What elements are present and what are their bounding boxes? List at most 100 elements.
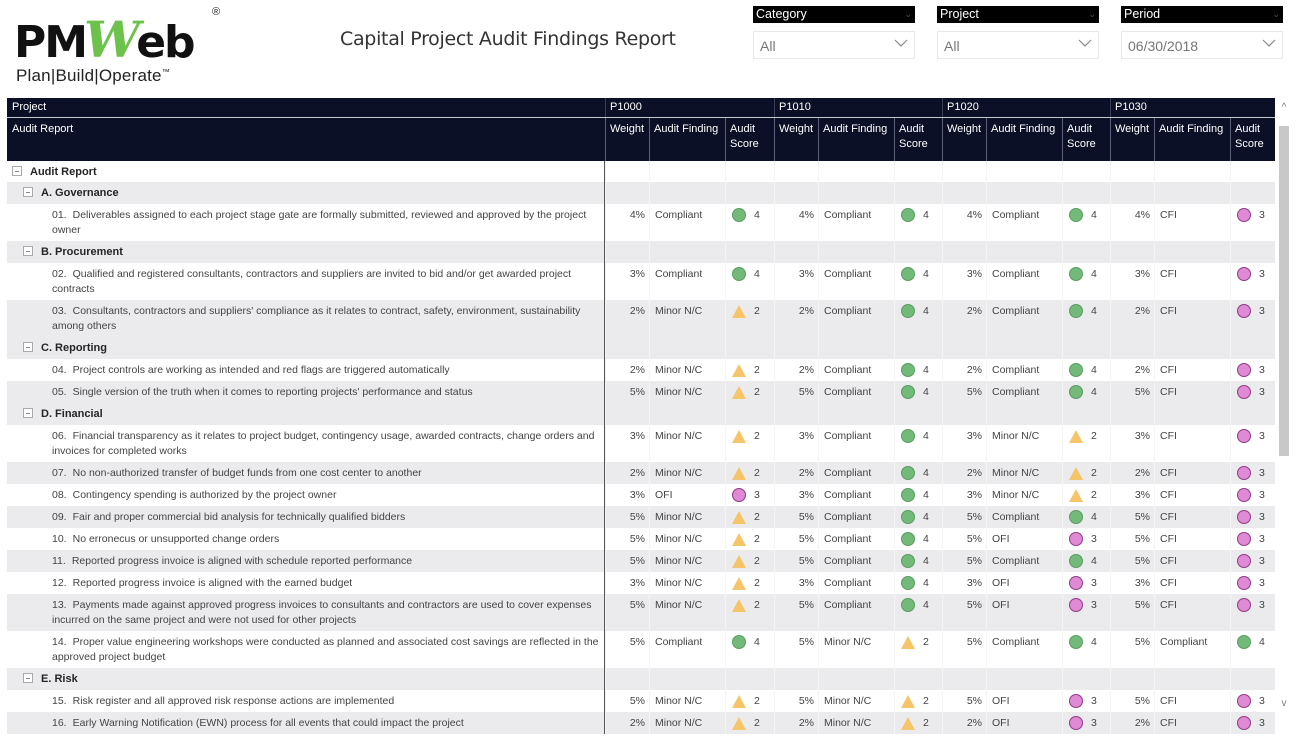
- audit-report-column-header[interactable]: Audit Report: [7, 118, 78, 161]
- score-cell: 2: [754, 717, 760, 729]
- column-guide: [942, 241, 943, 263]
- score-cell: 4: [923, 364, 929, 376]
- warning-triangle-icon: [732, 511, 746, 524]
- item-text: Payments made against approved progress …: [52, 599, 592, 626]
- audit-finding-header[interactable]: Audit Finding: [649, 118, 723, 161]
- column-guide: [894, 263, 895, 300]
- weight-cell: 2%: [629, 717, 645, 729]
- table-row: 16. Early Warning Notification (EWN) proc…: [7, 712, 1275, 734]
- weight-cell: 5%: [629, 386, 645, 398]
- finding-cell: Minor N/C: [824, 717, 872, 729]
- scroll-thumb[interactable]: [1279, 126, 1289, 456]
- finding-cell: CFI: [1160, 209, 1177, 221]
- column-guide: [1154, 550, 1155, 572]
- audit-item-label: 05. Single version of the truth when it c…: [7, 381, 605, 400]
- score-cell: 3: [1259, 305, 1265, 317]
- audit-finding-header[interactable]: Audit Finding: [818, 118, 892, 161]
- column-guide: [1154, 690, 1155, 712]
- audit-score-header[interactable]: Audit Score: [1062, 118, 1101, 161]
- project-header-p1010[interactable]: P1010: [774, 98, 816, 117]
- finding-cell: CFI: [1160, 577, 1177, 589]
- scroll-down-icon[interactable]: v: [1277, 698, 1291, 716]
- green-circle-icon: [901, 554, 915, 568]
- column-guide: [605, 161, 606, 182]
- column-guide: [818, 263, 819, 300]
- score-cell: 4: [923, 533, 929, 545]
- audit-finding-header[interactable]: Audit Finding: [986, 118, 1060, 161]
- collapse-icon[interactable]: [23, 342, 33, 352]
- green-circle-icon: [1069, 208, 1083, 222]
- audit-finding-header[interactable]: Audit Finding: [1154, 118, 1228, 161]
- green-circle-icon: [901, 488, 915, 502]
- score-cell: 2: [754, 555, 760, 567]
- report-title: Capital Project Audit Findings Report: [340, 28, 676, 50]
- project-header-p1030[interactable]: P1030: [1110, 98, 1152, 117]
- weight-cell: 2%: [629, 467, 645, 479]
- column-guide: [986, 690, 987, 712]
- finding-cell: Compliant: [655, 268, 703, 280]
- column-guide: [942, 182, 943, 204]
- column-guide: [818, 594, 819, 631]
- collapse-icon[interactable]: [23, 408, 33, 418]
- scroll-up-icon[interactable]: ^: [1277, 98, 1291, 118]
- weight-header[interactable]: Weight: [1110, 118, 1154, 161]
- collapse-icon[interactable]: [23, 246, 33, 256]
- finding-cell: CFI: [1160, 467, 1177, 479]
- score-cell: 2: [754, 364, 760, 376]
- weight-header[interactable]: Weight: [774, 118, 818, 161]
- audit-score-header[interactable]: Audit Score: [1230, 118, 1269, 161]
- chevron-down-icon: [1078, 39, 1092, 47]
- project-column-header[interactable]: Project: [7, 98, 51, 117]
- finding-cell: Minor N/C: [992, 489, 1040, 501]
- score-cell: 2: [754, 430, 760, 442]
- vertical-scrollbar[interactable]: ^ v: [1277, 98, 1291, 718]
- table-row: 15. Risk register and all approved risk r…: [7, 690, 1275, 712]
- column-guide: [649, 161, 650, 182]
- green-circle-icon: [901, 598, 915, 612]
- green-circle-icon: [1069, 385, 1083, 399]
- finding-cell: Minor N/C: [655, 695, 703, 707]
- category-value: All: [760, 38, 776, 54]
- weight-cell: 5%: [629, 511, 645, 523]
- audit-score-header[interactable]: Audit Score: [725, 118, 764, 161]
- weight-header[interactable]: Weight: [942, 118, 986, 161]
- weight-cell: 2%: [629, 364, 645, 376]
- category-slicer-header[interactable]: Category ⌄: [753, 6, 915, 23]
- project-slicer-header[interactable]: Project ⌄: [937, 6, 1099, 23]
- finding-cell: Compliant: [992, 268, 1040, 280]
- project-header-p1000[interactable]: P1000: [605, 98, 647, 117]
- audit-score-header-line2: Score: [730, 138, 759, 150]
- column-guide: [894, 550, 895, 572]
- weight-cell: 5%: [966, 599, 982, 611]
- column-guide: [1230, 484, 1231, 506]
- score-cell: 2: [754, 533, 760, 545]
- audit-score-header[interactable]: Audit Score: [894, 118, 933, 161]
- group-title: A. Governance: [41, 187, 119, 199]
- column-guide: [1230, 572, 1231, 594]
- green-circle-icon: [901, 532, 915, 546]
- period-slicer-header[interactable]: Period ⌄: [1121, 6, 1283, 23]
- column-guide: [649, 241, 650, 263]
- weight-cell: 3%: [798, 489, 814, 501]
- category-dropdown[interactable]: All: [753, 31, 915, 59]
- column-guide: [818, 403, 819, 425]
- item-text: Deliverables assigned to each project st…: [52, 209, 587, 236]
- collapse-icon[interactable]: [23, 187, 33, 197]
- project-dropdown[interactable]: All: [937, 31, 1099, 59]
- weight-cell: 2%: [1134, 305, 1150, 317]
- item-text: Consultants, contractors and suppliers' …: [52, 305, 581, 332]
- collapse-icon[interactable]: [12, 166, 22, 176]
- project-header-p1020[interactable]: P1020: [942, 98, 984, 117]
- column-guide: [942, 161, 943, 182]
- item-text: Early Warning Notification (EWN) process…: [72, 717, 464, 729]
- finding-cell: CFI: [1160, 268, 1177, 280]
- weight-header[interactable]: Weight: [605, 118, 649, 161]
- column-guide: [818, 204, 819, 241]
- period-dropdown[interactable]: 06/30/2018: [1121, 31, 1283, 59]
- score-cell: 4: [923, 430, 929, 442]
- column-guide: [942, 403, 943, 425]
- column-guide: [1230, 462, 1231, 484]
- period-slicer: Period ⌄ 06/30/2018: [1121, 6, 1283, 59]
- column-guide: [649, 425, 650, 462]
- collapse-icon[interactable]: [23, 673, 33, 683]
